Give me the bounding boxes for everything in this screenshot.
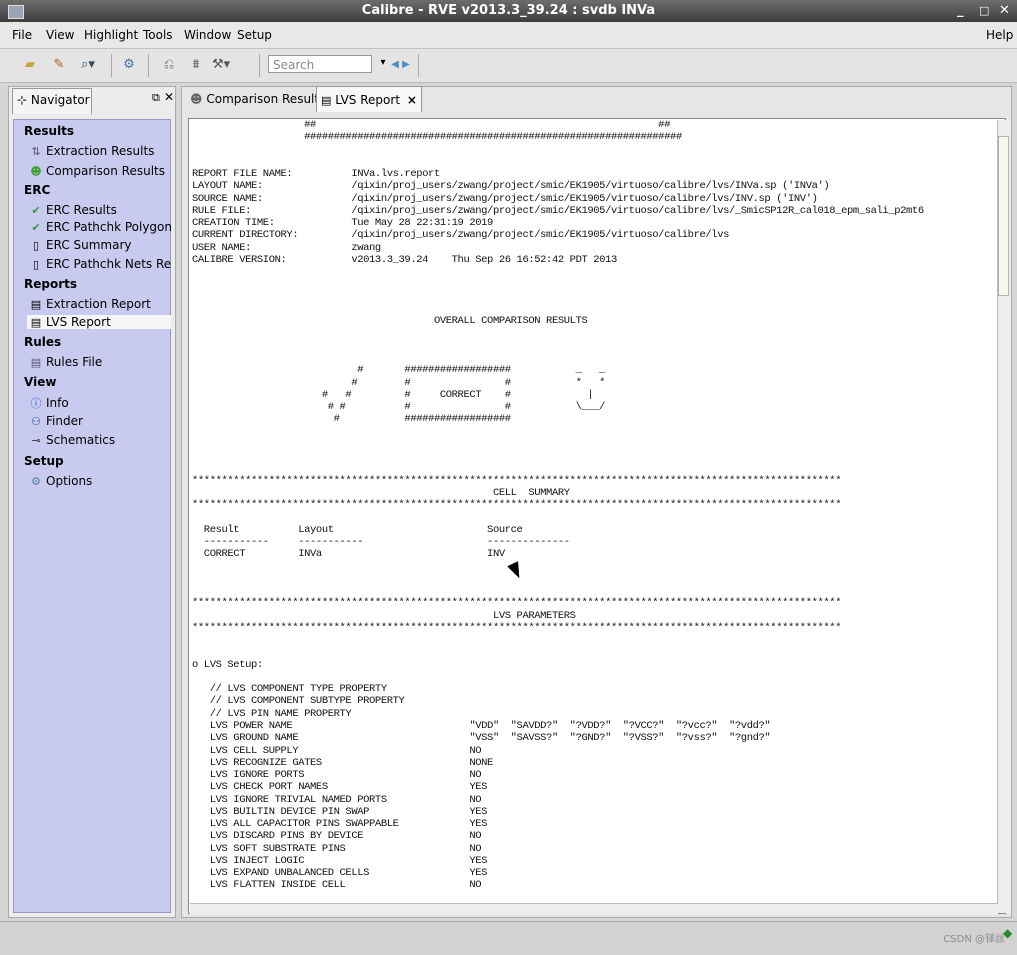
toolbar-separator [148, 54, 149, 77]
toolbar: ▰ ✎ ⌕▾ ⚙ ⎌ ⩩ ⚒▾ ▾ ◀ ▶ [0, 49, 1017, 83]
search-input[interactable]: Search [268, 55, 372, 73]
nav-comparison-results[interactable]: ☻ Comparison Results [29, 164, 171, 178]
float-pane-icon[interactable]: ⧉ [152, 91, 160, 105]
toolbar-separator [259, 54, 260, 77]
nav-erc-pathchk-polygons[interactable]: ✔ ERC Pathchk Polygons [29, 220, 171, 234]
maximize-button[interactable]: □ [979, 4, 989, 17]
report-icon: ▤ [30, 298, 42, 311]
document-icon: ▯ [32, 239, 40, 252]
tab-comparison-label: Comparison Results [206, 92, 326, 106]
menu-setup[interactable]: Setup [237, 28, 272, 42]
filter-icon[interactable]: ⩩ [187, 57, 205, 73]
vertical-scroll-thumb[interactable] [998, 136, 1009, 296]
nav-options[interactable]: ⚙ Options [29, 474, 171, 488]
highlight-pen-icon[interactable]: ✎ [50, 57, 68, 73]
toolbar-separator [418, 54, 419, 77]
menu-file[interactable]: File [12, 28, 32, 42]
report-icon: ▤ [30, 316, 42, 329]
watermark: CSDN @铎丝 [943, 934, 1005, 945]
settings-gear-icon[interactable]: ⚙ [120, 57, 138, 73]
nav-extraction-report[interactable]: ▤ Extraction Report [29, 297, 171, 311]
section-erc: ERC [24, 183, 51, 197]
navigator-list: Results ⇅ Extraction Results ☻ Comparison … [13, 119, 171, 913]
menu-view[interactable]: View [46, 28, 74, 42]
navigator-tab[interactable]: ⊹ Navigator [12, 88, 92, 114]
window-title: Calibre - RVE v2013.3_39.24 : svdb INVa [361, 3, 656, 18]
minimize-button[interactable]: _ [957, 3, 964, 18]
check-icon: ✔ [31, 204, 41, 217]
navigator-icon: ⊹ [17, 93, 28, 107]
smiley-icon: ☻ [30, 165, 42, 178]
document-icon: ▯ [32, 258, 40, 271]
nav-schematics[interactable]: ⊸ Schematics [29, 433, 171, 447]
zoom-icon[interactable]: ⌕▾ [79, 57, 97, 73]
close-navigator-icon[interactable]: ✕ [164, 90, 174, 104]
clear-highlights-icon[interactable]: ⎌ [160, 57, 178, 73]
status-indicator-icon: ◆ [1003, 926, 1013, 940]
title-bar: Calibre - RVE v2013.3_39.24 : svdb INVa … [0, 0, 1017, 22]
menu-help[interactable]: Help [986, 28, 1013, 42]
section-results: Results [24, 124, 75, 138]
options-gear-icon: ⚙ [31, 475, 41, 488]
rules-file-icon: ▤ [30, 356, 42, 369]
toolbar-separator [111, 54, 112, 77]
comparison-tab-icon: ☻ [190, 92, 203, 106]
nav-info[interactable]: ⓘ Info [29, 395, 171, 411]
tab-comparison-results[interactable]: ☻ Comparison Results [186, 86, 325, 112]
nav-lvs-report[interactable]: ▤ LVS Report [27, 315, 171, 329]
lvs-report-tab-icon: ▤ [321, 94, 332, 107]
nav-erc-pathchk-nets[interactable]: ▯ERC Pathchk Nets Report [29, 257, 171, 271]
options-dropdown-icon[interactable]: ⚒▾ [212, 57, 230, 73]
nav-extraction-results[interactable]: ⇅ Extraction Results [29, 144, 171, 158]
search-next-icon[interactable]: ▶ [397, 57, 415, 73]
tab-lvs-label: LVS Report [335, 93, 401, 107]
schematic-icon: ⊸ [31, 434, 41, 447]
horizontal-scrollbar[interactable] [190, 903, 998, 915]
nav-erc-results[interactable]: ✔ ERC Results [29, 203, 171, 217]
nav-rules-file[interactable]: ▤ Rules File [29, 355, 171, 369]
close-window-button[interactable]: ✕ [999, 3, 1010, 18]
check-icon: ✔ [31, 221, 41, 234]
menu-window[interactable]: Window [184, 28, 231, 42]
status-bar [0, 921, 1017, 955]
nav-erc-summary[interactable]: ▯ ERC Summary [29, 238, 171, 252]
nav-finder[interactable]: ⚇ Finder [29, 414, 171, 428]
menu-highlight[interactable]: Highlight [84, 28, 138, 42]
close-tab-icon[interactable]: × [407, 93, 417, 107]
binoculars-icon: ⚇ [31, 415, 41, 428]
menu-tools[interactable]: Tools [143, 28, 173, 42]
info-icon: ⓘ [30, 397, 42, 410]
lvs-report-text: ## ## ##################################… [192, 119, 924, 892]
open-folder-icon[interactable]: ▰ [21, 57, 39, 73]
section-setup: Setup [24, 454, 64, 468]
section-reports: Reports [24, 277, 78, 291]
lvs-report-viewer[interactable]: ## ## ##################################… [188, 118, 1006, 914]
tab-lvs-report[interactable]: ▤ LVS Report × [316, 86, 422, 112]
section-view: View [24, 375, 57, 389]
menu-bar: File View Highlight Tools Window Setup H… [0, 22, 1017, 49]
section-rules: Rules [24, 335, 62, 349]
extraction-icon: ⇅ [31, 145, 41, 158]
navigator-tab-label: Navigator [30, 93, 90, 107]
